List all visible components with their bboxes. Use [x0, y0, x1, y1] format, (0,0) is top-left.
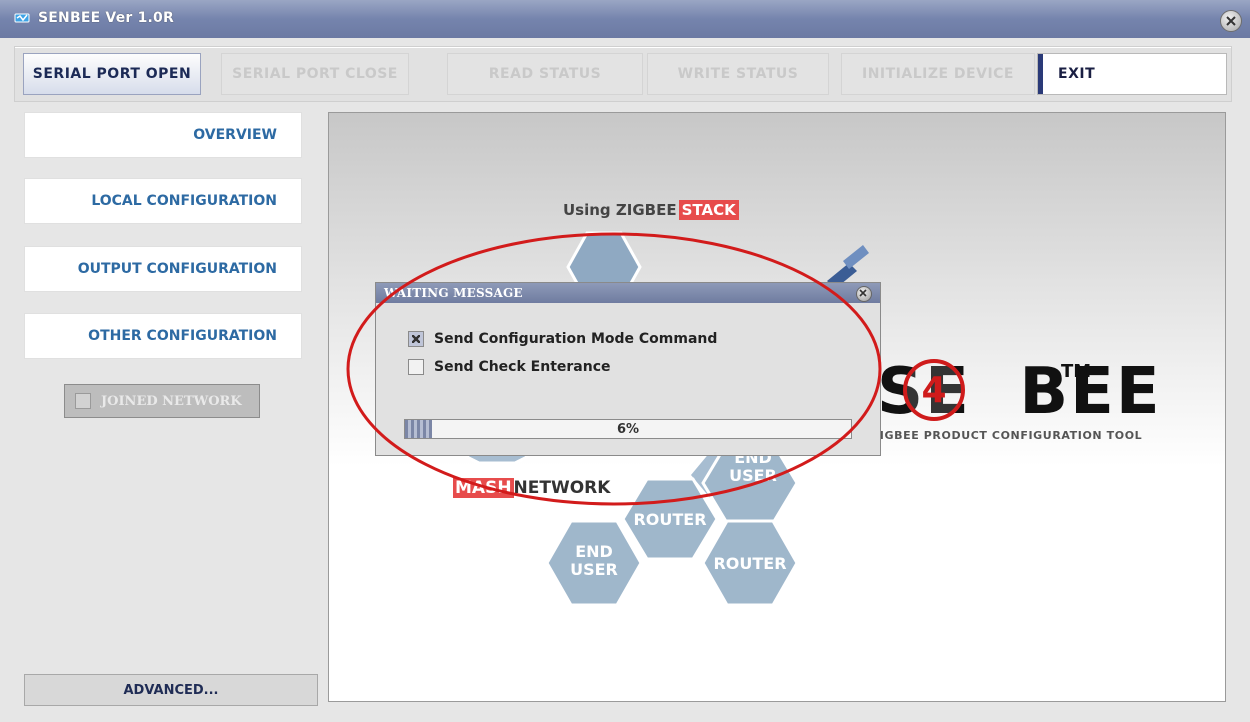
sidebar-item-overview[interactable]: OVERVIEW [24, 112, 302, 158]
mesh-highlight: MASH [453, 478, 514, 498]
option-send-check-enterance[interactable]: Send Check Enterance [408, 359, 611, 375]
checkbox-icon [408, 331, 424, 347]
serial-port-open-button[interactable]: SERIAL PORT OPEN [23, 53, 201, 95]
sidebar-item-other-configuration[interactable]: OTHER CONFIGURATION [24, 313, 302, 359]
trademark-mark: TM [1061, 361, 1092, 382]
progress-label: 6% [616, 421, 640, 437]
close-icon [859, 289, 867, 297]
exit-button[interactable]: EXIT [1037, 53, 1227, 95]
option-label: Send Check Enterance [434, 359, 611, 375]
window-close-button[interactable] [1220, 10, 1242, 32]
antenna-graphic-2 [843, 245, 869, 269]
dialog-title: WAITING MESSAGE [384, 286, 523, 300]
option-label: Send Configuration Mode Command [434, 331, 718, 347]
initialize-device-button[interactable]: INITIALIZE DEVICE [841, 53, 1035, 95]
dialog-close-button[interactable] [856, 286, 872, 302]
option-send-configuration-mode[interactable]: Send Configuration Mode Command [408, 331, 717, 347]
title-bar: SENBEE Ver 1.0R [0, 0, 1250, 38]
exit-label: EXIT [1058, 66, 1096, 82]
write-status-button[interactable]: WRITE STATUS [647, 53, 829, 95]
product-tagline: H ZIGBEE PRODUCT CONFIGURATION TOOL [857, 429, 1143, 442]
checkbox-icon [408, 359, 424, 375]
exit-accent-bar [1038, 54, 1043, 94]
mesh-network-label: MASH NETWORK [453, 478, 610, 498]
advanced-button[interactable]: ADVANCED... [24, 674, 318, 706]
dialog-title-bar: WAITING MESSAGE [376, 283, 880, 303]
toolbar: SERIAL PORT OPEN SERIAL PORT CLOSE READ … [14, 46, 1232, 102]
router-label-2: ROUTER [713, 554, 786, 573]
joined-network-toggle[interactable]: JOINED NETWORK [64, 384, 260, 418]
progress-bar: 6% [404, 419, 852, 439]
end-user-label-2: END USER [570, 542, 618, 579]
checkbox-icon [75, 393, 91, 409]
close-icon [1226, 16, 1236, 26]
sidebar-item-output-configuration[interactable]: OUTPUT CONFIGURATION [24, 246, 302, 292]
senbee-logo-four: 4 [903, 359, 965, 421]
app-window: SENBEE Ver 1.0R SERIAL PORT OPEN SERIAL … [0, 0, 1250, 722]
waiting-message-dialog: WAITING MESSAGE Send Configuration Mode … [375, 282, 881, 456]
app-icon [14, 13, 30, 23]
serial-port-close-button[interactable]: SERIAL PORT CLOSE [221, 53, 409, 95]
joined-network-label: JOINED NETWORK [101, 393, 242, 409]
read-status-button[interactable]: READ STATUS [447, 53, 643, 95]
window-title: SENBEE Ver 1.0R [38, 10, 174, 26]
sidebar-item-local-configuration[interactable]: LOCAL CONFIGURATION [24, 178, 302, 224]
network-text: NETWORK [513, 478, 611, 498]
router-label-1: ROUTER [633, 510, 706, 529]
